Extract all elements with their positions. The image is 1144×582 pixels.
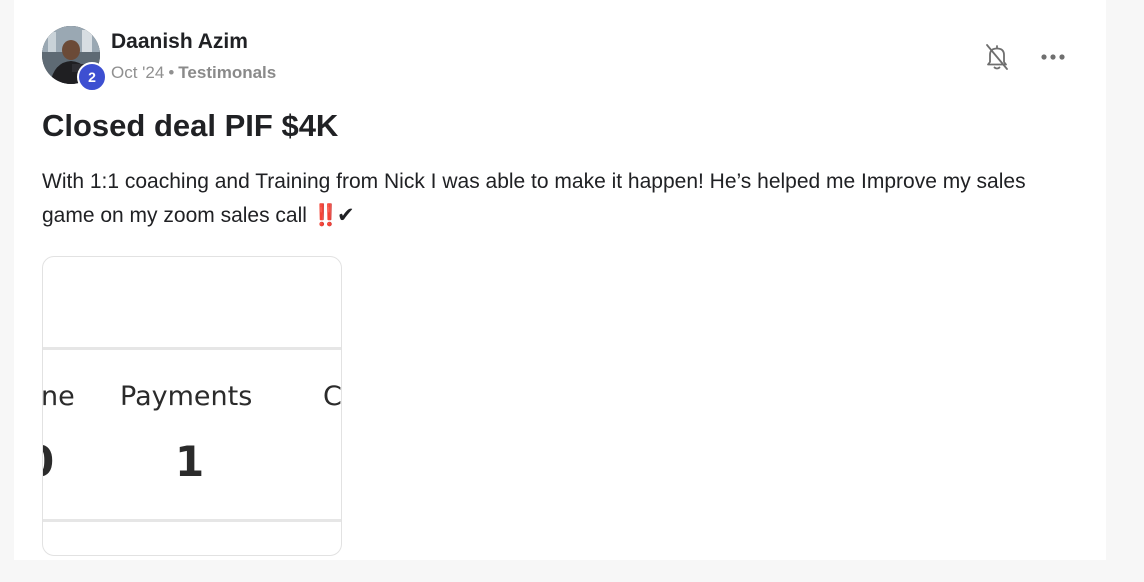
post-card: 2 Daanish Azim Oct '24 • Testimonals Close… bbox=[14, 0, 1106, 560]
level-badge: 2 bbox=[77, 62, 107, 92]
double-exclamation-emoji: ‼️ bbox=[312, 204, 339, 227]
post-actions bbox=[980, 40, 1070, 74]
post-date: Oct '24 bbox=[111, 63, 165, 82]
attachment-left-value: 0 bbox=[43, 437, 54, 486]
post-title[interactable]: Closed deal PIF $4K bbox=[42, 108, 338, 144]
attachment-payments-label: Payments bbox=[120, 381, 253, 412]
attachment-divider-bottom bbox=[43, 519, 341, 522]
bell-off-icon[interactable] bbox=[980, 40, 1014, 74]
post-category[interactable]: Testimonals bbox=[178, 63, 276, 82]
more-horizontal-icon[interactable] bbox=[1036, 40, 1070, 74]
check-mark-emoji: ✔ bbox=[336, 204, 355, 227]
post-body-text: With 1:1 coaching and Training from Nick… bbox=[42, 170, 1026, 227]
post-body: With 1:1 coaching and Training from Nick… bbox=[42, 165, 1072, 233]
image-attachment[interactable]: ne Payments C 0 1 bbox=[42, 256, 342, 556]
attachment-left-fragment: ne bbox=[42, 381, 75, 412]
post-meta: Oct '24 • Testimonals bbox=[111, 63, 276, 83]
author-name[interactable]: Daanish Azim bbox=[111, 30, 248, 54]
attachment-right-fragment: C bbox=[323, 381, 342, 412]
meta-separator: • bbox=[168, 63, 175, 82]
attachment-divider-top bbox=[43, 347, 341, 350]
attachment-payments-value: 1 bbox=[175, 437, 205, 486]
